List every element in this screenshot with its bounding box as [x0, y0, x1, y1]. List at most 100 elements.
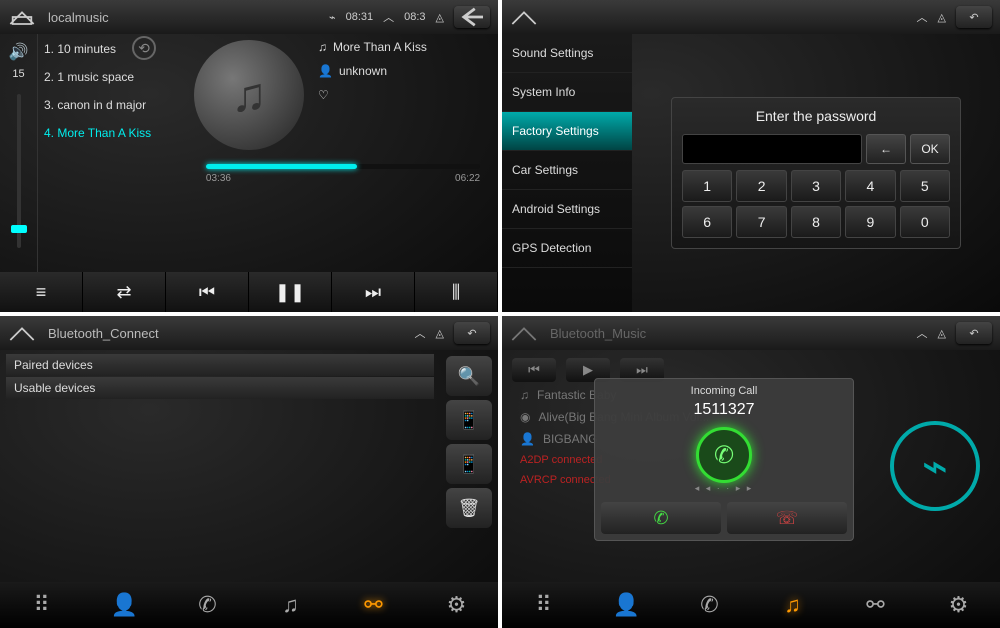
volume-value: 15 — [12, 68, 24, 80]
track-item[interactable]: 1. 10 minutes — [44, 42, 182, 56]
key-6[interactable]: 6 — [682, 206, 732, 238]
back-button[interactable] — [454, 6, 490, 28]
home-icon[interactable] — [510, 323, 538, 343]
track-item[interactable]: 4. More Than A Kiss — [44, 126, 182, 140]
chevron-up-icon[interactable]: ︿ — [415, 325, 426, 341]
chevron-up-icon[interactable]: ︿ — [917, 9, 928, 25]
back-button[interactable]: ↶ — [454, 322, 490, 344]
volume-slider[interactable] — [17, 94, 21, 248]
music-icon[interactable]: ♫ — [249, 582, 332, 628]
time-total: 06:22 — [455, 173, 480, 184]
repeat-button[interactable]: ⇄ — [83, 272, 166, 312]
progress: 03:36 06:22 — [206, 164, 480, 184]
home-icon[interactable] — [8, 323, 36, 343]
dialpad-icon[interactable]: ⠿ — [502, 582, 585, 628]
next-button[interactable]: ⏭ — [332, 272, 415, 312]
menu-item[interactable]: System Info — [502, 73, 632, 112]
contacts-icon[interactable]: 👤 — [83, 582, 166, 628]
menu-item[interactable]: Android Settings — [502, 190, 632, 229]
paired-devices-header: Paired devices — [6, 354, 434, 376]
swipe-hint: ◂ ◂ · · ▸ ▸ — [601, 483, 847, 494]
prev-button[interactable]: ⏮ — [166, 272, 249, 312]
music-icon: ♫ — [520, 388, 529, 402]
refresh-icon[interactable]: ⟲ — [132, 36, 156, 60]
bluetooth-connect-panel: Bluetooth_Connect ︿◬↶ Paired devices Usa… — [0, 316, 498, 628]
dialpad-icon[interactable]: ⠿ — [0, 582, 83, 628]
music-icon: ♫ — [318, 40, 327, 54]
prev-button[interactable]: ⏮ — [512, 358, 556, 382]
key-1[interactable]: 1 — [682, 170, 732, 202]
music-icon[interactable]: ♫ — [751, 582, 834, 628]
artist-name: unknown — [339, 64, 387, 78]
menu-item[interactable]: Sound Settings — [502, 34, 632, 73]
key-4[interactable]: 4 — [845, 170, 895, 202]
chevron-up-icon[interactable]: ︿ — [917, 325, 928, 341]
app-title: Bluetooth_Connect — [40, 326, 411, 341]
bluetooth-icon: ⌁ — [329, 11, 336, 24]
android-icon[interactable]: ◬ — [436, 11, 444, 24]
back-button[interactable]: ↶ — [956, 6, 992, 28]
volume-icon[interactable]: 🔊 — [9, 42, 29, 62]
link-icon[interactable]: ⚯ — [332, 582, 415, 628]
search-button[interactable]: 🔍 — [446, 356, 492, 396]
statusbar: localmusic ⌁ 08:31 ︿ 08:3 ◬ — [0, 0, 498, 34]
phone-signal-button[interactable]: 📱 — [446, 400, 492, 440]
backspace-button[interactable]: ← — [866, 134, 906, 164]
key-3[interactable]: 3 — [791, 170, 841, 202]
ok-button[interactable]: OK — [910, 134, 950, 164]
answer-button[interactable]: ✆ — [601, 502, 721, 534]
artist: BIGBANG — [543, 432, 598, 446]
keypad: 1 2 3 4 5 6 7 8 9 0 — [682, 170, 950, 238]
call-history-icon[interactable]: ✆ — [668, 582, 751, 628]
bottom-nav: ⠿ 👤 ✆ ♫ ⚯ ⚙ — [502, 582, 1000, 628]
delete-button[interactable]: 🗑 — [446, 488, 492, 528]
list-button[interactable]: ≡ — [0, 272, 83, 312]
call-history-icon[interactable]: ✆ — [166, 582, 249, 628]
menu-item[interactable]: Car Settings — [502, 151, 632, 190]
chevron-up-icon[interactable]: ︿ — [383, 9, 394, 25]
music-player-panel: localmusic ⌁ 08:31 ︿ 08:3 ◬ 🔊 15 1. 10 m… — [0, 0, 498, 312]
android-icon[interactable]: ◬ — [938, 11, 946, 24]
track-item[interactable]: 3. canon in d major — [44, 98, 182, 112]
settings-icon[interactable]: ⚙ — [917, 582, 1000, 628]
dialog-title: Enter the password — [682, 108, 950, 124]
home-icon[interactable] — [8, 7, 36, 27]
home-icon[interactable] — [510, 7, 538, 27]
heart-icon[interactable]: ♡ — [318, 88, 329, 102]
person-icon: 👤 — [318, 64, 333, 78]
back-button[interactable]: ↶ — [956, 322, 992, 344]
track-item[interactable]: 2. 1 music space — [44, 70, 182, 84]
decline-button[interactable]: ☏ — [727, 502, 847, 534]
progress-slider[interactable] — [206, 164, 480, 169]
eq-button[interactable]: ⫼ — [415, 272, 498, 312]
phone-button[interactable]: 📱 — [446, 444, 492, 484]
statusbar: ︿ ◬ ↶ — [502, 0, 1000, 34]
bottom-nav: ⠿ 👤 ✆ ♫ ⚯ ⚙ — [0, 582, 498, 628]
clock: 08:31 — [346, 11, 374, 23]
key-5[interactable]: 5 — [900, 170, 950, 202]
contacts-icon[interactable]: 👤 — [585, 582, 668, 628]
bluetooth-icon: ⌁ — [890, 421, 980, 511]
time-elapsed: 03:36 — [206, 173, 231, 184]
settings-icon[interactable]: ⚙ — [415, 582, 498, 628]
menu-item[interactable]: GPS Detection — [502, 229, 632, 268]
key-8[interactable]: 8 — [791, 206, 841, 238]
disc-icon: ◉ — [520, 410, 530, 424]
key-7[interactable]: 7 — [736, 206, 786, 238]
key-2[interactable]: 2 — [736, 170, 786, 202]
person-icon: 👤 — [520, 432, 535, 446]
android-icon[interactable]: ◬ — [938, 327, 946, 340]
android-icon[interactable]: ◬ — [436, 327, 444, 340]
key-0[interactable]: 0 — [900, 206, 950, 238]
menu-item[interactable]: Factory Settings — [502, 112, 632, 151]
volume-column: 🔊 15 — [0, 34, 38, 272]
side-actions: 🔍 📱 📱 🗑 — [440, 350, 498, 582]
call-number: 1511327 — [601, 401, 847, 419]
link-icon[interactable]: ⚯ — [834, 582, 917, 628]
call-ring-icon: ✆ — [696, 427, 752, 483]
password-input[interactable] — [682, 134, 862, 164]
pause-button[interactable]: ❚❚ — [249, 272, 332, 312]
password-dialog: Enter the password ← OK 1 2 3 4 5 6 7 8 … — [671, 97, 961, 249]
key-9[interactable]: 9 — [845, 206, 895, 238]
song-title: More Than A Kiss — [333, 40, 427, 54]
